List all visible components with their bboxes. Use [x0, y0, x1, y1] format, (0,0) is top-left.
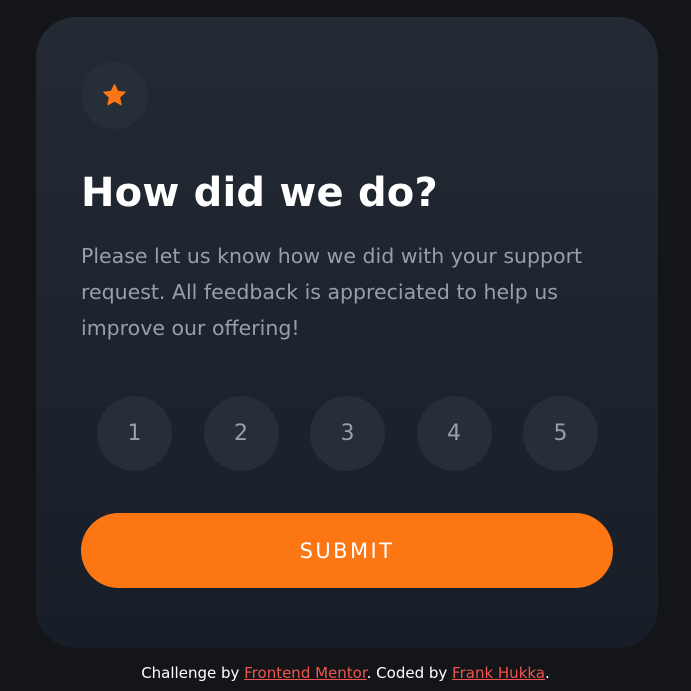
- rating-1-button[interactable]: 1: [97, 396, 172, 471]
- rating-4-button[interactable]: 4: [416, 396, 492, 471]
- attribution-coded-text: . Coded by: [366, 664, 453, 682]
- attribution: Challenge by Frontend Mentor. Coded by F…: [0, 661, 691, 685]
- attribution-challenge-text: Challenge by: [141, 664, 245, 682]
- star-icon: [103, 83, 126, 106]
- rating-5-button[interactable]: 5: [523, 396, 598, 471]
- page: How did we do? Please let us know how we…: [0, 0, 691, 691]
- frontend-mentor-link[interactable]: Frontend Mentor: [244, 664, 367, 682]
- rating-3-button[interactable]: 3: [310, 396, 385, 471]
- submit-button[interactable]: SUBMIT: [81, 513, 613, 588]
- rating-2-button[interactable]: 2: [203, 396, 279, 471]
- attribution-suffix: .: [545, 664, 550, 682]
- card-description: Please let us know how we did with your …: [81, 244, 583, 340]
- star-badge: [81, 62, 148, 129]
- author-link[interactable]: Frank Hukka: [452, 664, 545, 682]
- rating-card: How did we do? Please let us know how we…: [36, 17, 658, 648]
- card-title: How did we do?: [81, 170, 438, 216]
- rating-options: 1 2 3 4 5: [97, 396, 598, 471]
